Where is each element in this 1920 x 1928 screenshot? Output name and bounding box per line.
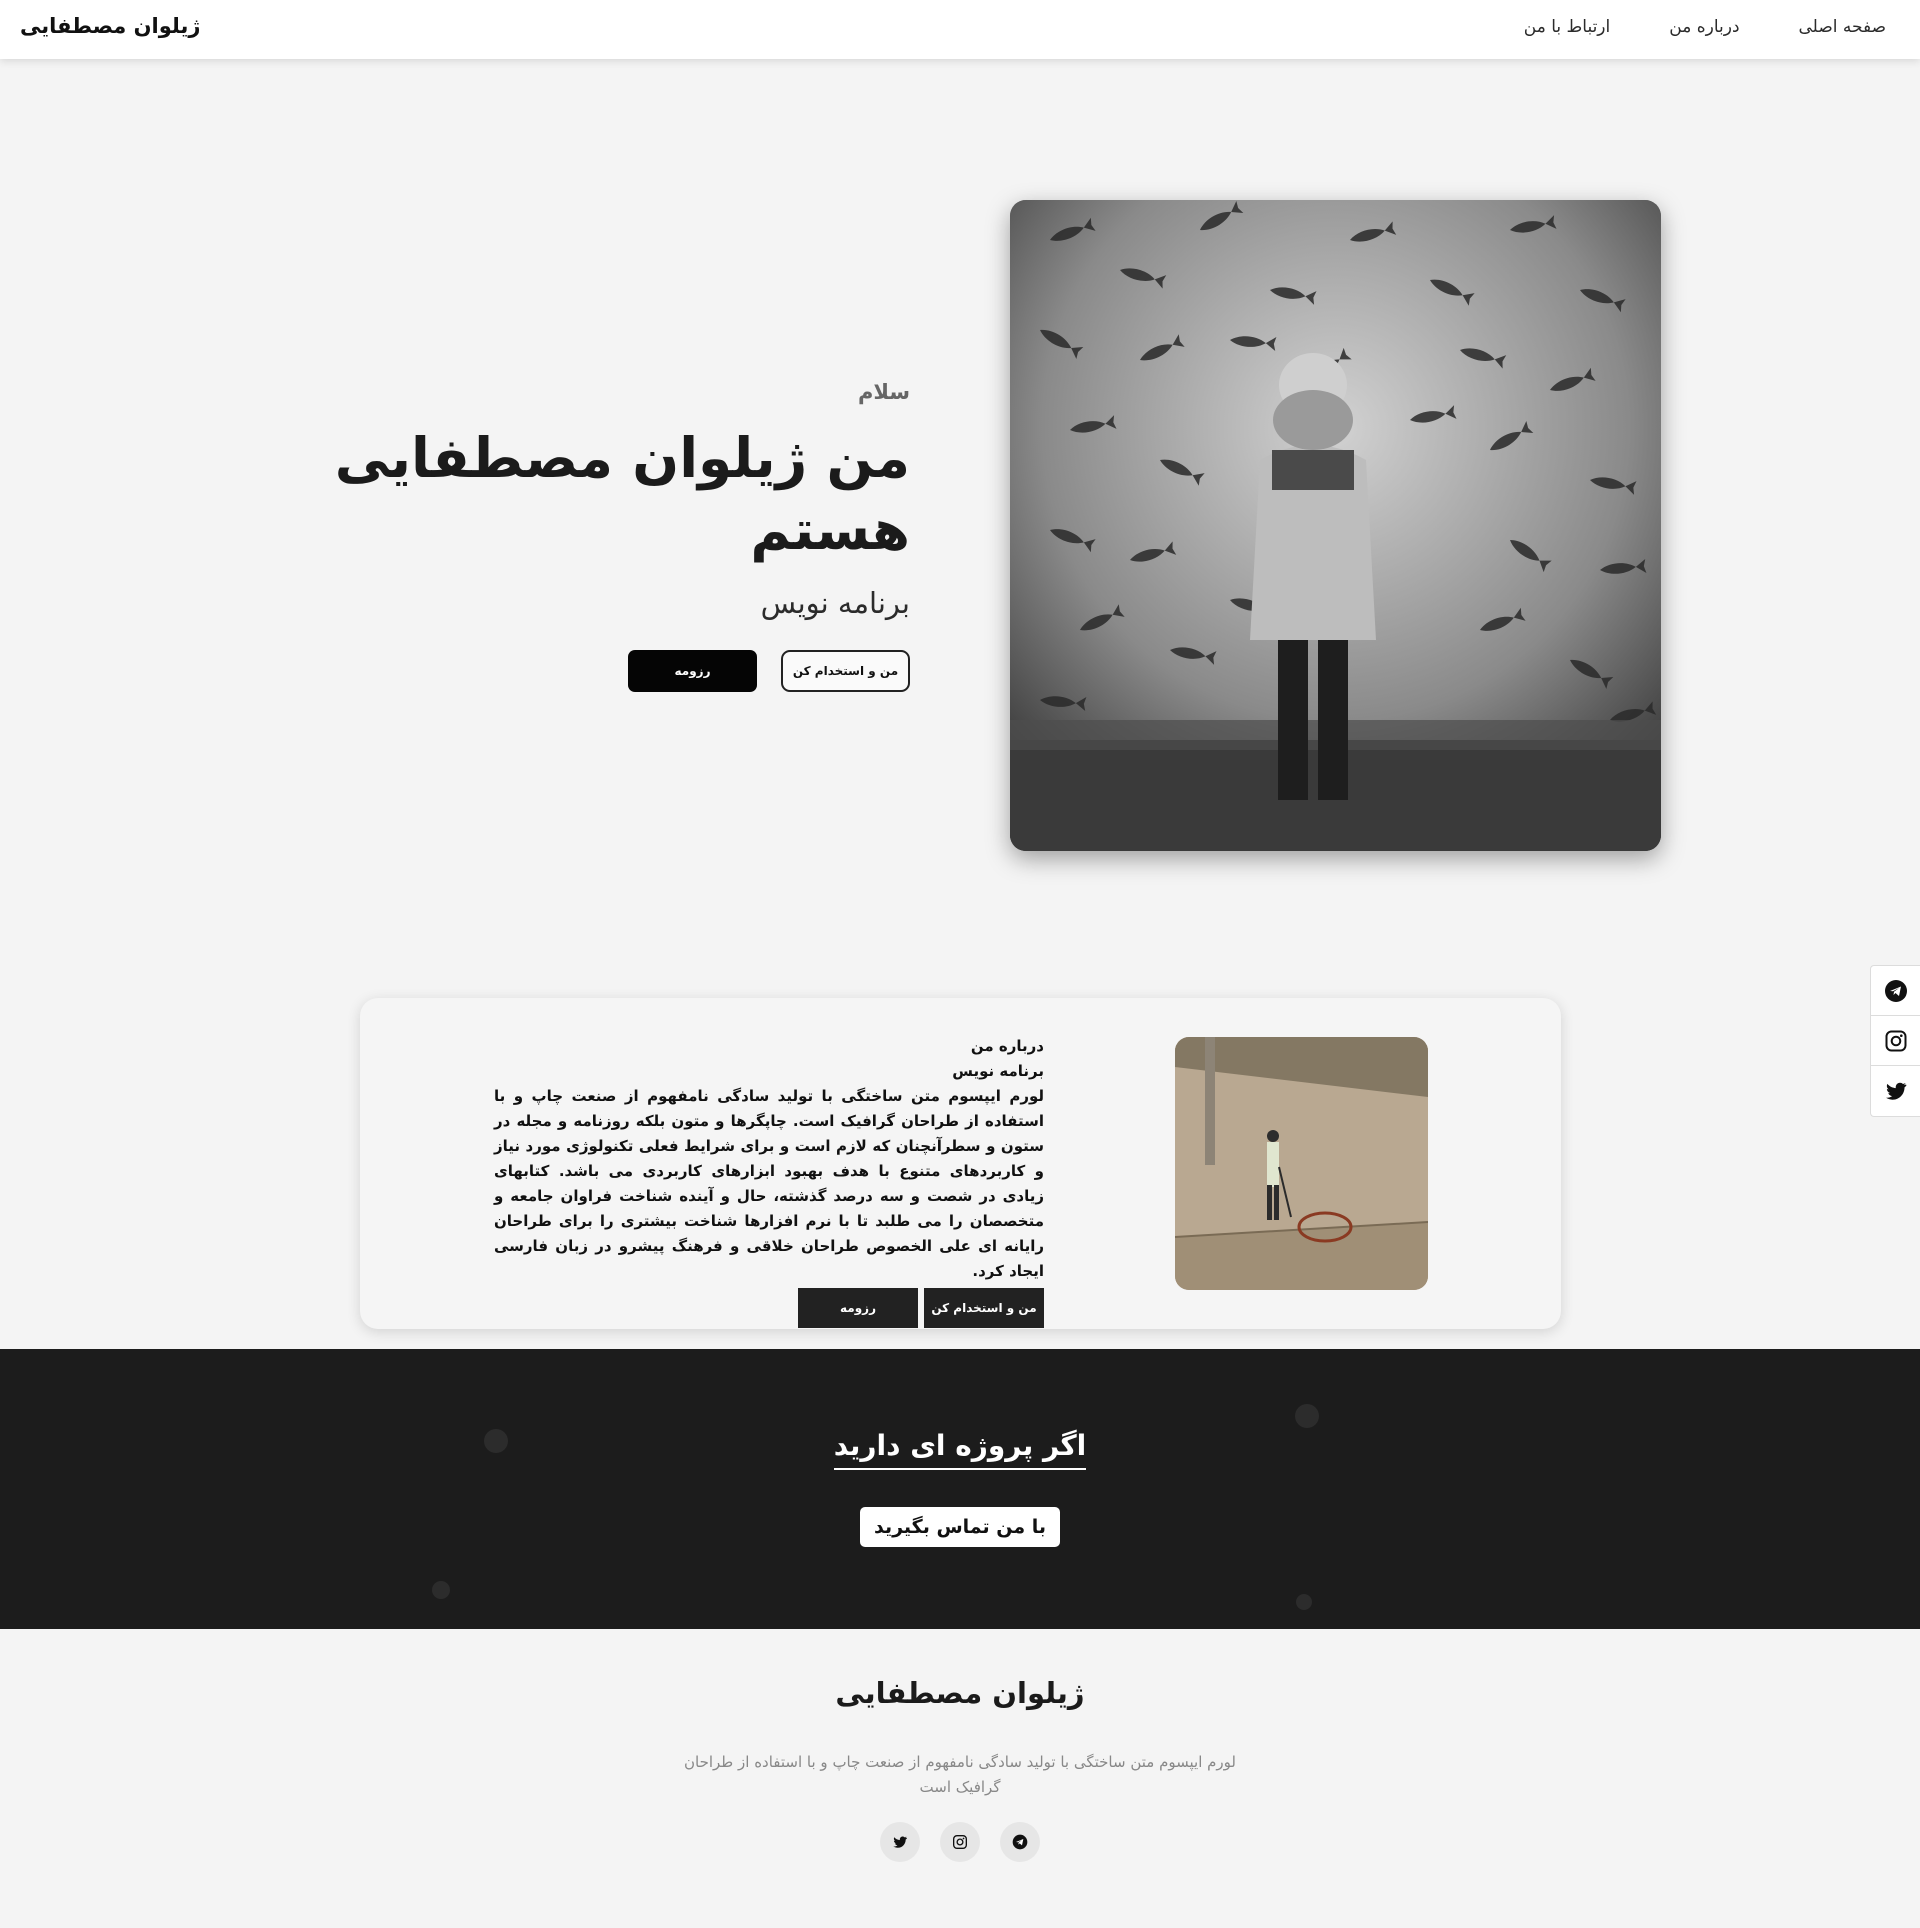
footer-social-links — [0, 1822, 1920, 1862]
sidebar-telegram-link[interactable] — [1871, 966, 1920, 1016]
footer-twitter-link[interactable] — [880, 1822, 920, 1862]
decorative-dot — [1296, 1594, 1312, 1610]
cta-title: اگر پروژه ای دارید — [0, 1429, 1920, 1470]
street-sweeper-photo-icon — [1175, 1037, 1428, 1290]
hero-greeting: سلام — [858, 380, 910, 404]
about-subheading: برنامه نویس — [952, 1062, 1044, 1080]
hero-title: من ژیلوان مصطفایی هستم — [334, 426, 910, 562]
hero-text: سلام من ژیلوان مصطفایی هستم برنامه نویس … — [190, 380, 910, 692]
instagram-icon — [953, 1835, 967, 1849]
cta-band: اگر پروژه ای دارید با من تماس بگیرید — [0, 1349, 1920, 1629]
hire-me-button[interactable]: من و استخدام کن — [781, 650, 910, 692]
about-hire-me-button[interactable]: من و استخدام کن — [924, 1288, 1044, 1328]
about-card: درباره من برنامه نویس لورم ایپسوم متن سا… — [360, 998, 1561, 1329]
footer-description: لورم ایپسوم متن ساختگی با تولید سادگی نا… — [684, 1753, 1236, 1796]
decorative-dot — [1295, 1404, 1319, 1428]
decorative-dot — [432, 1581, 450, 1599]
about-heading: درباره من — [970, 1037, 1044, 1055]
nav-link-contact[interactable]: ارتباط با من — [1524, 17, 1610, 37]
hero-role: برنامه نویس — [760, 586, 910, 620]
telegram-icon — [1884, 979, 1907, 1002]
fish-wall-photo-icon — [1010, 200, 1661, 851]
nav-link-home[interactable]: صفحه اصلی — [1799, 17, 1886, 37]
hero-photo — [1010, 200, 1661, 851]
nav-links: صفحه اصلی درباره من ارتباط با من — [1524, 17, 1886, 37]
nav-link-about[interactable]: درباره من — [1669, 17, 1739, 37]
navbar: صفحه اصلی درباره من ارتباط با من ژیلوان … — [0, 0, 1920, 59]
about-buttons: من و استخدام کن رزومه — [494, 1288, 1044, 1328]
instagram-icon — [1885, 1030, 1906, 1051]
cta-title-text: اگر پروژه ای دارید — [833, 1429, 1087, 1470]
contact-me-button[interactable]: با من تماس بگیرید — [860, 1507, 1060, 1547]
footer-instagram-link[interactable] — [940, 1822, 980, 1862]
about-photo — [1175, 1037, 1428, 1290]
social-sidebar — [1870, 965, 1920, 1117]
sidebar-instagram-link[interactable] — [1871, 1016, 1920, 1066]
about-resume-button[interactable]: رزومه — [798, 1288, 918, 1328]
footer-name: ژیلوان مصطفایی — [835, 1676, 1085, 1710]
footer-telegram-link[interactable] — [1000, 1822, 1040, 1862]
telegram-icon — [1012, 1834, 1028, 1850]
resume-button[interactable]: رزومه — [628, 650, 757, 692]
brand-logo-text[interactable]: ژیلوان مصطفایی — [20, 14, 200, 38]
sidebar-twitter-link[interactable] — [1871, 1066, 1920, 1116]
twitter-icon — [1885, 1082, 1906, 1100]
about-text: درباره من برنامه نویس لورم ایپسوم متن سا… — [494, 1034, 1044, 1328]
about-body: لورم ایپسوم متن ساختگی با تولید سادگی نا… — [494, 1087, 1044, 1280]
hero-buttons: من و استخدام کن رزومه — [190, 650, 910, 692]
twitter-icon — [893, 1836, 907, 1848]
